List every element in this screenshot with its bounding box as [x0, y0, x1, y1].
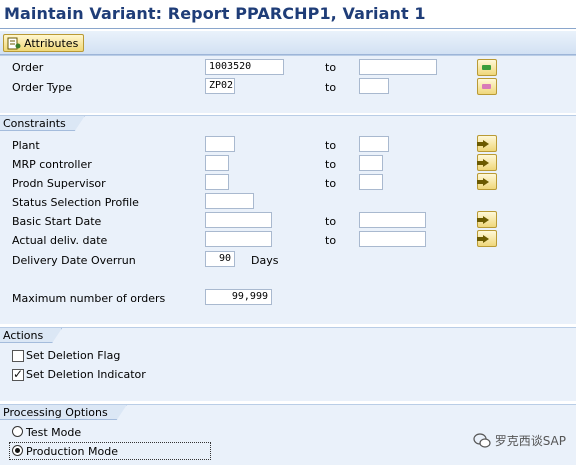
prodn-supervisor-to-label: to	[325, 177, 337, 190]
delivery-date-overrun-unit: Days	[251, 254, 279, 267]
order-type-to-label: to	[325, 81, 337, 94]
order-multiple-selection-button[interactable]	[477, 59, 497, 76]
set-deletion-flag-label: Set Deletion Flag	[26, 349, 121, 362]
plant-label: Plant	[12, 139, 40, 152]
actual-delivery-date-to-label: to	[325, 234, 337, 247]
title-divider	[0, 28, 576, 29]
processing-options-tab: Processing Options	[0, 405, 127, 420]
mrp-controller-to-field[interactable]	[359, 155, 383, 171]
basic-start-date-label: Basic Start Date	[12, 215, 102, 228]
order-type-from-field[interactable]: ZP02	[205, 78, 235, 94]
plant-multiple-selection-button[interactable]	[477, 135, 497, 152]
status-selection-profile-label: Status Selection Profile	[12, 196, 139, 209]
order-to-label: to	[325, 61, 337, 74]
toolbar: Attributes	[0, 31, 576, 55]
attributes-icon	[7, 37, 21, 50]
arrow-right-icon	[477, 235, 489, 243]
actual-delivery-date-multiple-selection-button[interactable]	[477, 230, 497, 247]
actual-delivery-date-to-field[interactable]	[359, 231, 426, 247]
actual-delivery-date-from-field[interactable]	[205, 231, 272, 247]
order-label: Order	[12, 61, 44, 74]
prodn-supervisor-multiple-selection-button[interactable]	[477, 173, 497, 190]
actual-delivery-date-label: Actual deliv. date	[12, 234, 108, 247]
arrow-right-icon	[477, 159, 489, 167]
prodn-supervisor-from-field[interactable]	[205, 174, 229, 190]
attributes-label: Attributes	[24, 36, 79, 50]
prodn-supervisor-label: Prodn Supervisor	[12, 177, 106, 190]
order-type-multiple-selection-button[interactable]	[477, 78, 497, 95]
plant-to-label: to	[325, 139, 337, 152]
arrow-right-icon	[477, 140, 489, 148]
basic-start-date-to-field[interactable]	[359, 212, 426, 228]
prodn-supervisor-to-field[interactable]	[359, 174, 383, 190]
mrp-controller-from-field[interactable]	[205, 155, 229, 171]
order-from-field[interactable]: 1003520	[205, 59, 284, 75]
arrow-right-icon	[477, 216, 489, 224]
basic-start-date-to-label: to	[325, 215, 337, 228]
status-selection-profile-field[interactable]	[205, 193, 254, 209]
delivery-date-overrun-field[interactable]: 90	[205, 251, 235, 267]
mrp-controller-to-label: to	[325, 158, 337, 171]
test-mode-radio[interactable]	[12, 426, 23, 437]
production-mode-radio[interactable]	[12, 445, 23, 456]
watermark: 罗克西谈SAP	[473, 432, 566, 449]
multiple-selection-active-icon	[482, 65, 491, 70]
order-type-to-field[interactable]	[359, 78, 389, 94]
set-deletion-flag-checkbox[interactable]	[12, 350, 24, 362]
attributes-button[interactable]: Attributes	[3, 34, 85, 52]
delivery-date-overrun-label: Delivery Date Overrun	[12, 254, 136, 267]
test-mode-label: Test Mode	[26, 426, 82, 439]
max-orders-field[interactable]: 99,999	[205, 289, 272, 305]
order-type-label: Order Type	[12, 81, 73, 94]
actions-tab: Actions	[0, 328, 62, 343]
page-title: Maintain Variant: Report PPARCHP1, Varia…	[4, 4, 426, 23]
selection-section: Order 1003520 to Order Type ZP02 to	[0, 55, 576, 113]
constraints-tab: Constraints	[0, 116, 85, 131]
plant-to-field[interactable]	[359, 136, 389, 152]
plant-from-field[interactable]	[205, 136, 235, 152]
constraints-section: Constraints Plant to MRP controller to P…	[0, 115, 576, 324]
wechat-icon	[473, 432, 491, 449]
mrp-controller-label: MRP controller	[12, 158, 92, 171]
multiple-selection-icon	[482, 84, 491, 89]
basic-start-date-multiple-selection-button[interactable]	[477, 211, 497, 228]
arrow-right-icon	[477, 178, 489, 186]
order-to-field[interactable]	[359, 59, 437, 75]
basic-start-date-from-field[interactable]	[205, 212, 272, 228]
set-deletion-indicator-label: Set Deletion Indicator	[26, 368, 146, 381]
set-deletion-indicator-checkbox[interactable]	[12, 367, 24, 381]
production-mode-label: Production Mode	[26, 445, 118, 458]
actions-section: Actions Set Deletion Flag Set Deletion I…	[0, 327, 576, 401]
watermark-text: 罗克西谈SAP	[494, 434, 566, 448]
max-orders-label: Maximum number of orders	[12, 292, 166, 305]
mrp-controller-multiple-selection-button[interactable]	[477, 154, 497, 171]
